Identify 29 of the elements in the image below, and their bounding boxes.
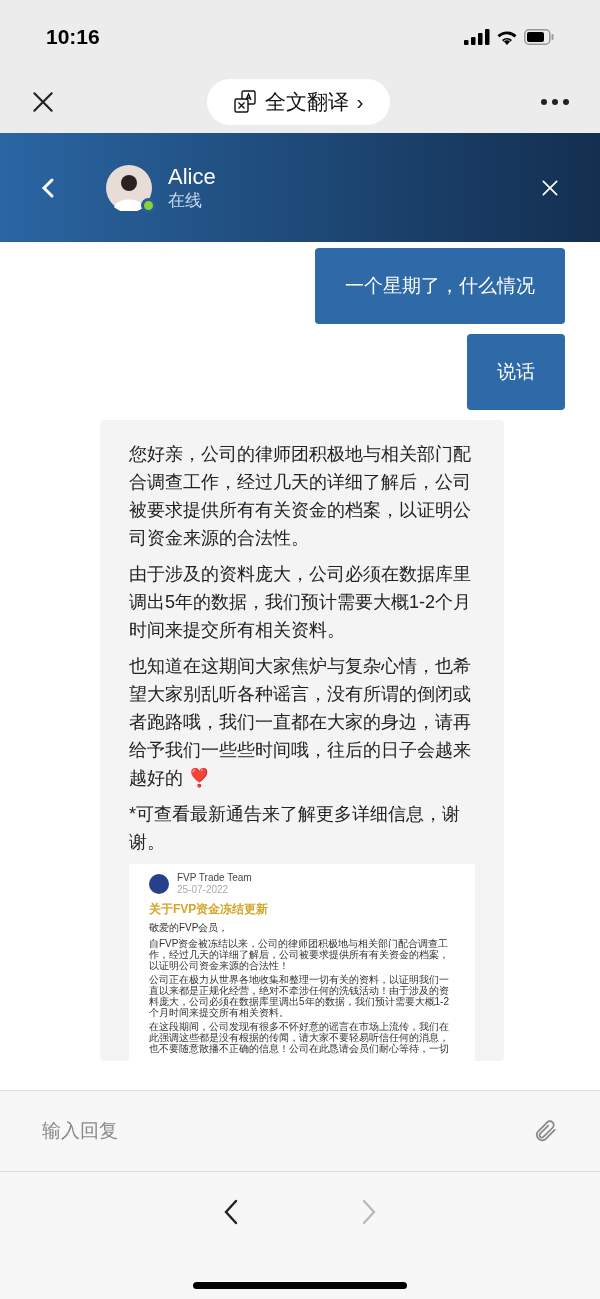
avatar <box>106 164 152 211</box>
battery-icon <box>524 29 554 45</box>
back-icon[interactable] <box>222 1198 240 1226</box>
back-icon[interactable] <box>40 176 56 199</box>
sent-message: 说话 <box>467 334 565 410</box>
notice-paragraph: 自FVP资金被冻结以来，公司的律师团积极地与相关部门配合调查工作，经过几天的详细了解后，公司被要求提供所有有关资金的档案，以证明公司资金来源的合法性！ <box>149 938 450 971</box>
translate-button[interactable]: 全文翻译 › <box>206 78 390 125</box>
author-avatar <box>149 874 169 894</box>
author-name: FVP Trade Team <box>177 872 252 884</box>
contact-status: 在线 <box>168 189 203 212</box>
wifi-icon <box>496 29 518 45</box>
message-paragraph: *可查看最新通告来了解更多详细信息，谢谢。 <box>129 803 461 854</box>
message-paragraph: 也知道在这期间大家焦炉与复杂心情，也希望大家别乱听各种谣言，没有所谓的倒闭或者跑路哦，我们一直都在大家的身边，请再给予我们一些些时间哦，往后的日子会越来越好的 ❣ <box>129 655 472 790</box>
translate-icon <box>232 89 257 114</box>
signal-icon <box>464 29 490 45</box>
contact-name: Alice <box>168 163 216 190</box>
sent-message: 一个星期了，什么情况 <box>315 248 565 324</box>
close-icon[interactable] <box>540 177 560 198</box>
clock: 10:16 <box>46 24 100 51</box>
reply-bar[interactable]: 输入回复 <box>0 1090 600 1171</box>
notice-paragraph: 公司正在极力从世界各地收集和整理一切有关的资料，以证明我们一直以来都是正规化经营，绝对不牵涉任何的洗钱活动！由于涉及的资料庞大，公司必须在数据库里调出5年的数据，我们预计需要大概1-2个月时间来提交所有相关资料。 <box>149 974 450 1018</box>
notice-paragraph: 在这段期间，公司发现有很多不怀好意的谣言在市场上流传，我们在此强调这些都是没有根据的传闻，请大家不要轻易听信任何的消息，也不要随意散播不正确的信息！公司在此恳请会员们耐心等待，一切 <box>149 1021 450 1054</box>
message-paragraph: 由于涉及的资料庞大，公司必须在数据库里调出5年的数据，我们预计需要大概1-2个月时间来提交所有相关资料。 <box>129 563 473 642</box>
notice-greeting: 敬爱的FVP会员， <box>149 922 230 934</box>
more-icon[interactable] <box>540 97 570 106</box>
post-date: 25-07-2022 <box>177 884 230 896</box>
notice-title: 关于FVP资金冻结更新 <box>149 901 270 918</box>
message-paragraph: 您好亲，公司的律师团积极地与相关部门配合调查工作，经过几天的详细了解后，公司被要求提供所有有关资金的档案，以证明公司资金来源的合法性。 <box>129 443 472 550</box>
reply-input[interactable]: 输入回复 <box>42 1116 532 1146</box>
